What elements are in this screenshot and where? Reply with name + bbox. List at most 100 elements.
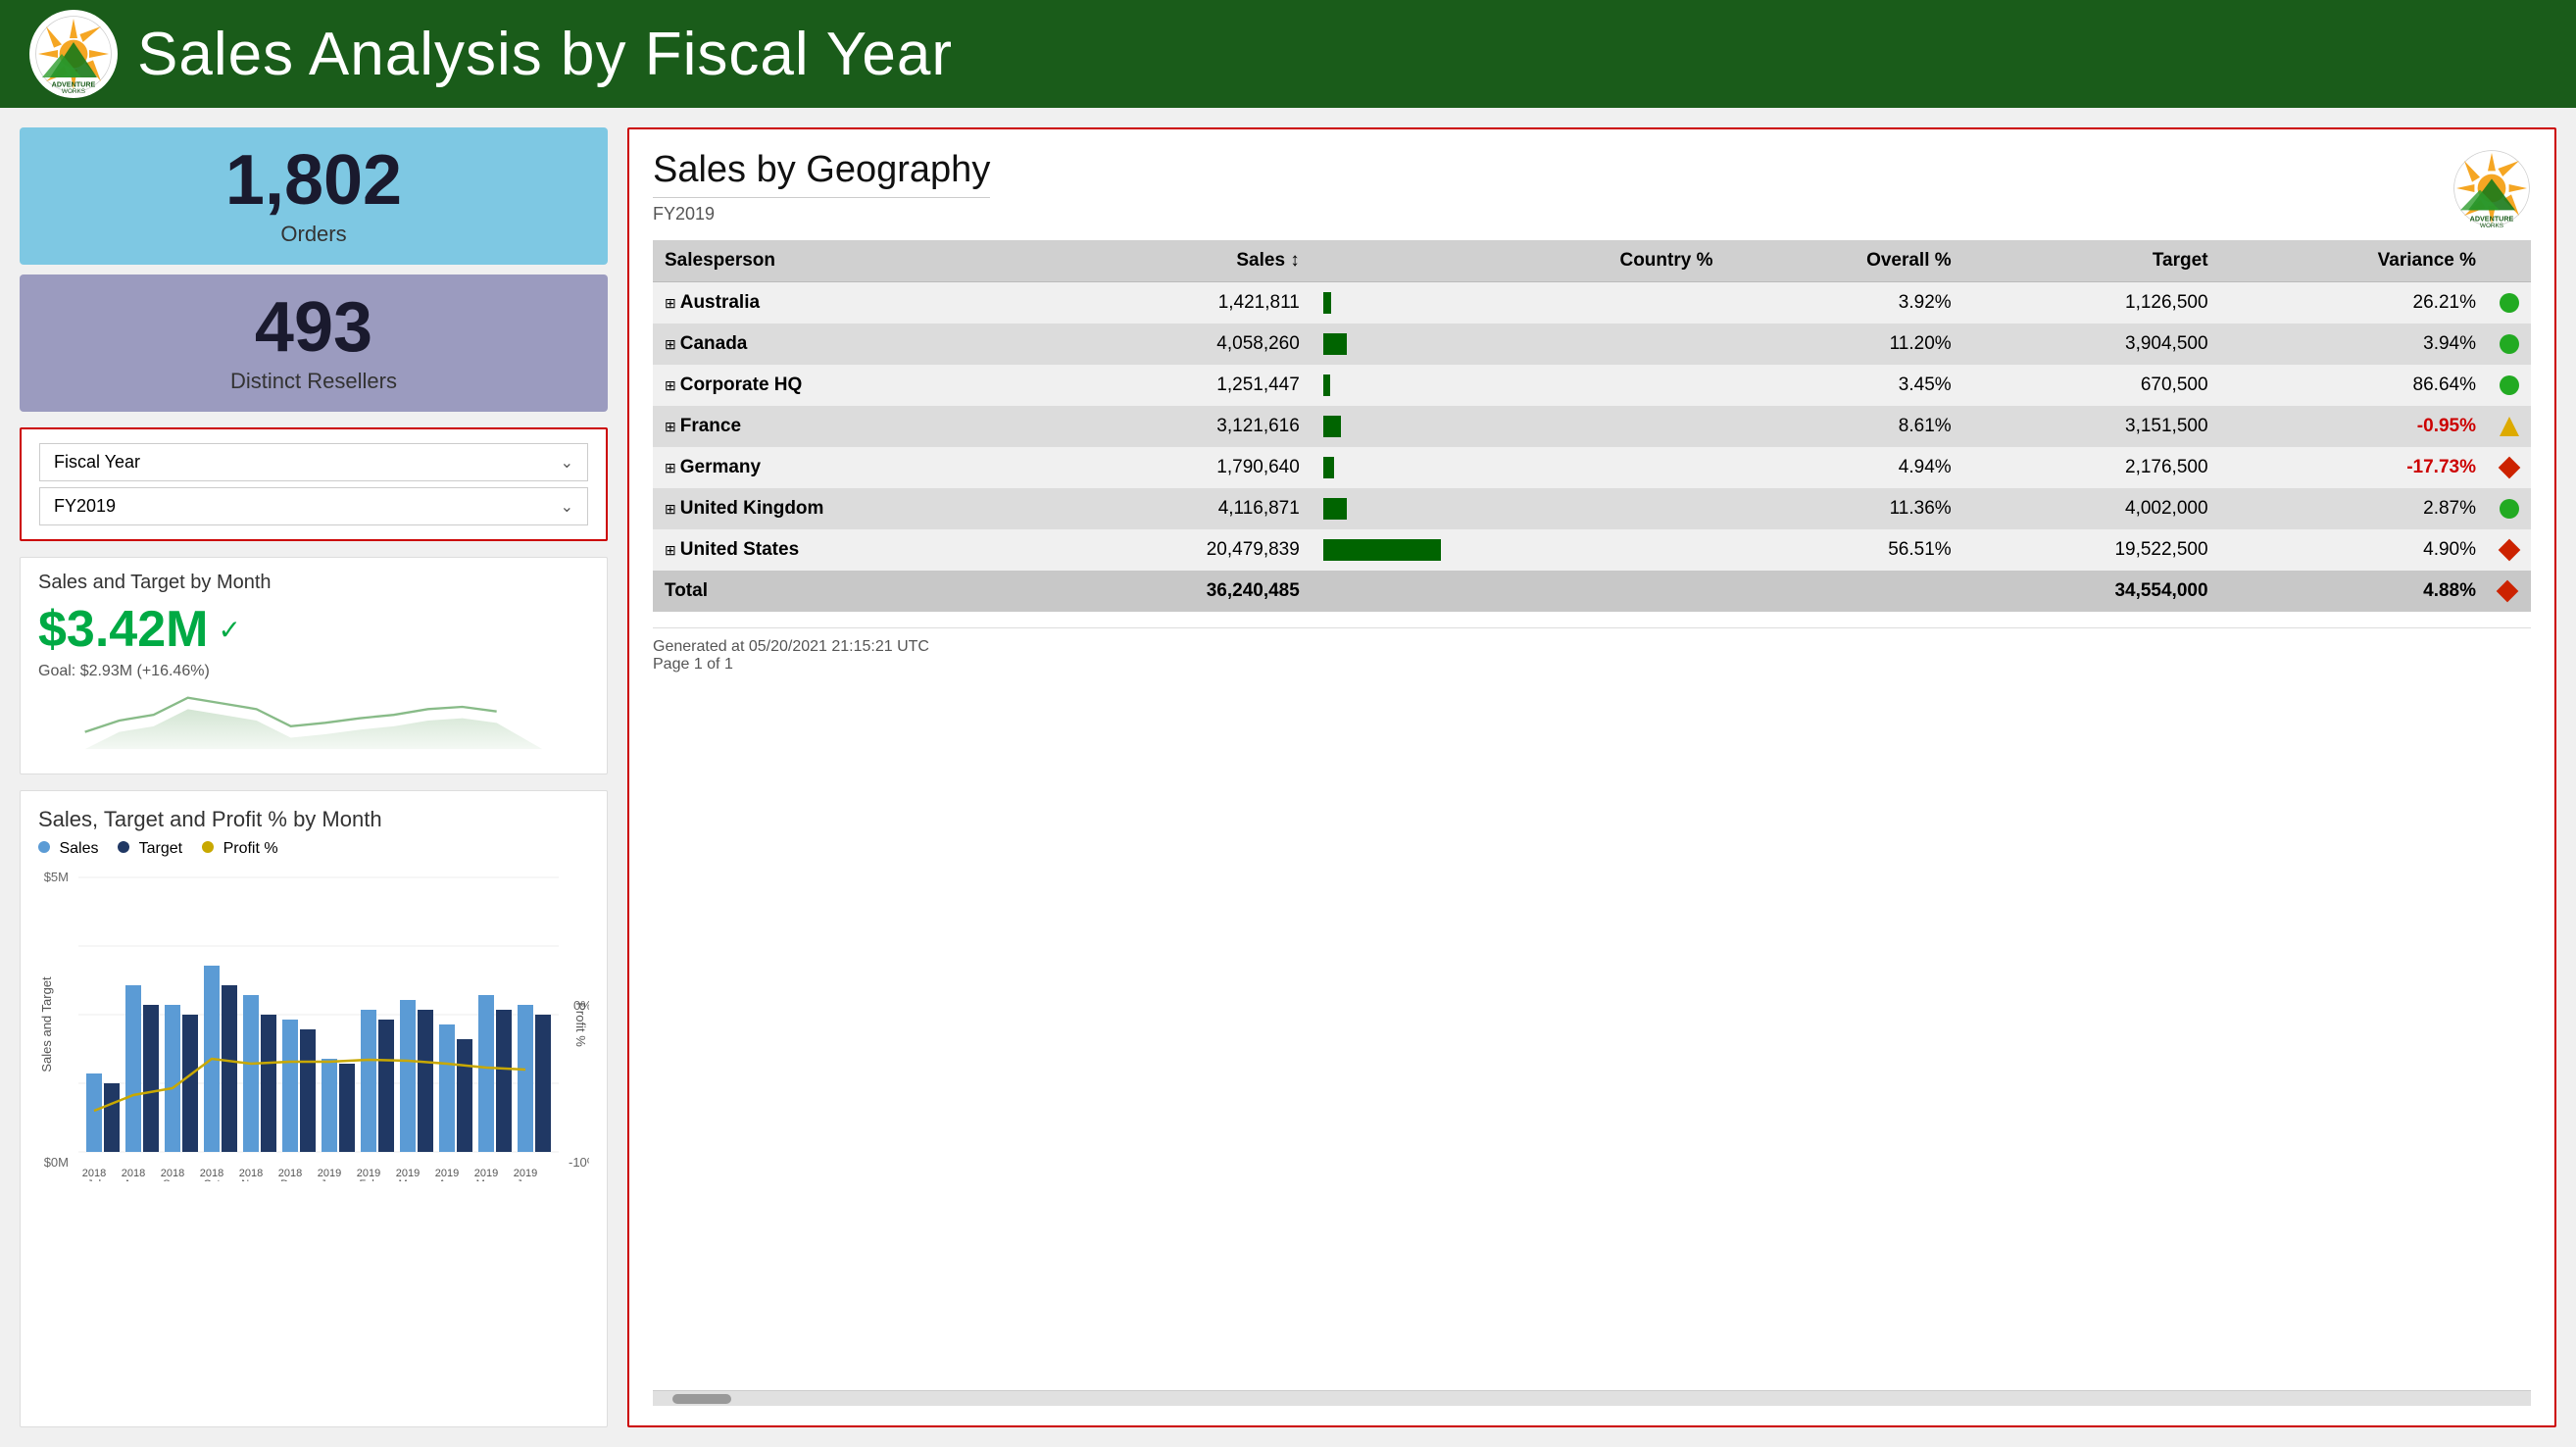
y-axis-bottom-label: $0M [44, 1155, 69, 1170]
row-bar [1312, 529, 1468, 571]
row-bar [1312, 282, 1468, 324]
svg-text:Profit %: Profit % [573, 1002, 588, 1047]
table-header-row: Salesperson Sales ↕ Country % Overall % … [653, 240, 2531, 282]
profit-legend-dot [202, 841, 214, 853]
line-chart-section: Sales, Target and Profit % by Month Sale… [20, 790, 608, 1427]
logo-circle: ADVENTURE WORKS [29, 10, 118, 98]
row-target: 3,151,500 [1963, 406, 2220, 447]
row-overall-pct: 11.36% [1724, 488, 1962, 529]
col-salesperson: Salesperson [653, 240, 1055, 282]
col-bar [1312, 240, 1468, 282]
geography-table-footer: Total 36,240,485 34,554,000 4.88% [653, 571, 2531, 612]
total-country-pct [1468, 571, 1725, 612]
logo-svg: ADVENTURE WORKS [34, 15, 113, 93]
table-row: ⊞United States 20,479,839 56.51% 19,522,… [653, 529, 2531, 571]
scrollbar-thumb[interactable] [672, 1394, 731, 1404]
col-overall-pct: Overall % [1724, 240, 1962, 282]
total-sales: 36,240,485 [1055, 571, 1312, 612]
status-red-icon [2499, 539, 2521, 562]
svg-text:Oct: Oct [203, 1178, 220, 1181]
table-row: ⊞Australia 1,421,811 3.92% 1,126,500 26.… [653, 282, 2531, 324]
left-panel: 1,802 Orders 493 Distinct Resellers Fisc… [20, 127, 608, 1427]
table-row: ⊞Canada 4,058,260 11.20% 3,904,500 3.94% [653, 324, 2531, 365]
svg-text:Nov: Nov [241, 1178, 261, 1181]
row-target: 19,522,500 [1963, 529, 2220, 571]
geo-subtitle: FY2019 [653, 204, 990, 225]
chart-title: Sales, Target and Profit % by Month [38, 807, 589, 832]
fiscal-year-value: FY2019 [54, 496, 116, 517]
geography-table-body: ⊞Australia 1,421,811 3.92% 1,126,500 26.… [653, 282, 2531, 572]
fiscal-year-label: Fiscal Year [54, 452, 140, 473]
total-target: 34,554,000 [1963, 571, 2220, 612]
horizontal-scrollbar[interactable] [653, 1390, 2531, 1406]
goal-text: Goal: $2.93M (+16.46%) [38, 663, 589, 680]
kpi-tiles: 1,802 Orders 493 Distinct Resellers [20, 127, 608, 412]
row-status [2488, 365, 2531, 406]
total-status [2488, 571, 2531, 612]
resellers-value: 493 [43, 292, 584, 363]
status-green-icon [2500, 334, 2519, 354]
table-total-row: Total 36,240,485 34,554,000 4.88% [653, 571, 2531, 612]
legend-sales: Sales [38, 840, 98, 858]
row-overall-pct: 3.92% [1724, 282, 1962, 324]
generated-at: Generated at 05/20/2021 21:15:21 UTC [653, 638, 2531, 656]
row-sales: 1,421,811 [1055, 282, 1312, 324]
row-sales: 1,790,640 [1055, 447, 1312, 488]
row-country-pct [1468, 324, 1725, 365]
page-title: Sales Analysis by Fiscal Year [137, 20, 953, 89]
geo-title: Sales by Geography [653, 149, 990, 191]
row-country-pct [1468, 447, 1725, 488]
fiscal-year-dropdown[interactable]: Fiscal Year ⌄ [39, 443, 588, 481]
row-sales: 1,251,447 [1055, 365, 1312, 406]
row-status [2488, 282, 2531, 324]
chart-legend: Sales Target Profit % [38, 840, 589, 858]
row-bar [1312, 488, 1468, 529]
row-status [2488, 529, 2531, 571]
status-yellow-icon [2500, 417, 2519, 436]
row-variance: 26.21% [2220, 282, 2488, 324]
col-sales[interactable]: Sales ↕ [1055, 240, 1312, 282]
svg-text:May: May [476, 1178, 497, 1181]
row-bar [1312, 447, 1468, 488]
row-overall-pct: 8.61% [1724, 406, 1962, 447]
scrollbar-container[interactable] [653, 1390, 2531, 1406]
svg-text:Apr: Apr [438, 1178, 455, 1181]
status-red-icon [2499, 457, 2521, 479]
total-label: Total [653, 571, 1055, 612]
row-variance: -17.73% [2220, 447, 2488, 488]
row-variance: 4.90% [2220, 529, 2488, 571]
y-axis-top-label: $5M [44, 870, 69, 884]
row-status [2488, 406, 2531, 447]
row-sales: 3,121,616 [1055, 406, 1312, 447]
legend-profit: Profit % [202, 840, 277, 858]
chevron-down-icon: ⌄ [561, 453, 573, 473]
svg-text:Aug: Aug [124, 1178, 143, 1181]
y-axis-right-bottom-label: -10% [569, 1155, 589, 1170]
col-target: Target [1963, 240, 2220, 282]
main-chart-svg: $5M $0M 0% -10% [38, 868, 589, 1181]
geography-table: Salesperson Sales ↕ Country % Overall % … [653, 240, 2531, 612]
row-country-pct [1468, 365, 1725, 406]
geo-footer: Generated at 05/20/2021 21:15:21 UTC Pag… [653, 627, 2531, 674]
row-country-pct [1468, 529, 1725, 571]
row-bar [1312, 324, 1468, 365]
geo-logo-area: ADVENTURE WORKS [2452, 149, 2531, 227]
svg-text:Feb: Feb [360, 1178, 378, 1181]
geo-logo-svg: ADVENTURE WORKS [2452, 149, 2531, 227]
fiscal-year-value-dropdown[interactable]: FY2019 ⌄ [39, 487, 588, 525]
row-variance: 2.87% [2220, 488, 2488, 529]
row-country-pct [1468, 488, 1725, 529]
svg-text:Jun: Jun [517, 1178, 534, 1181]
col-country-pct: Country % [1468, 240, 1725, 282]
row-target: 670,500 [1963, 365, 2220, 406]
row-country-pct [1468, 406, 1725, 447]
row-salesperson: ⊞United States [653, 529, 1055, 571]
row-salesperson: ⊞Canada [653, 324, 1055, 365]
bar-chart-group [86, 966, 551, 1152]
row-salesperson: ⊞Corporate HQ [653, 365, 1055, 406]
table-row: ⊞France 3,121,616 8.61% 3,151,500 -0.95% [653, 406, 2531, 447]
status-green-icon [2500, 293, 2519, 313]
row-target: 4,002,000 [1963, 488, 2220, 529]
target-legend-dot [118, 841, 129, 853]
header: ADVENTURE WORKS Sales Analysis by Fiscal… [0, 0, 2576, 108]
